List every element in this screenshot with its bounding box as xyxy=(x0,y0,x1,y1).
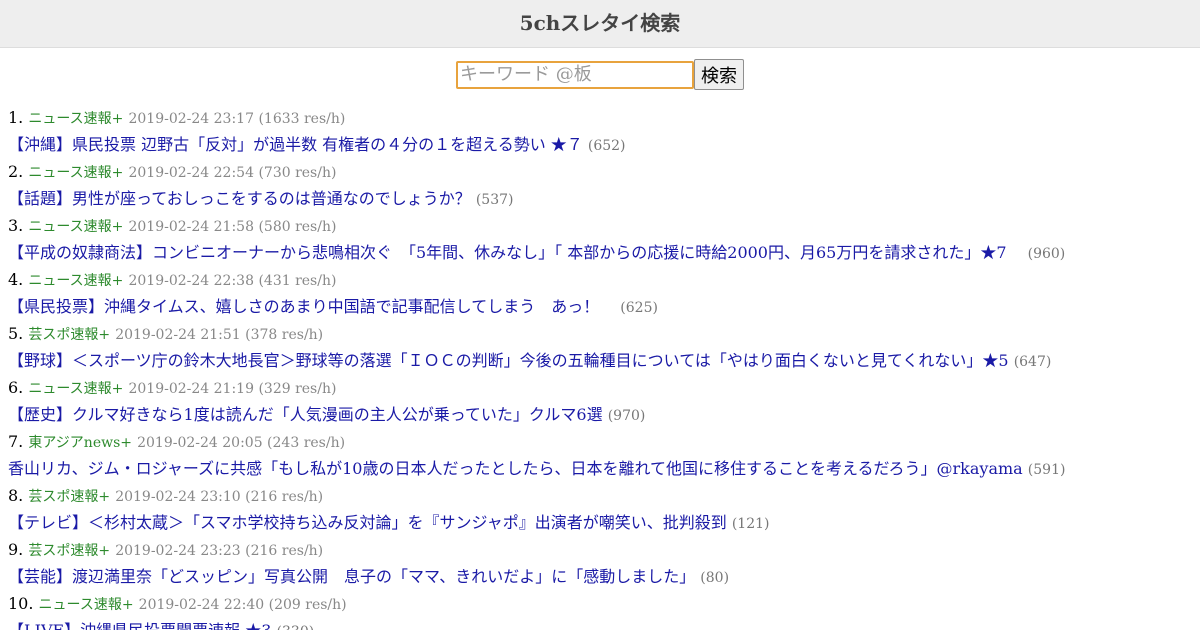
board-name[interactable]: ニュース速報+ xyxy=(28,273,123,289)
result-number: 7. xyxy=(8,432,24,451)
res-count: (591) xyxy=(1027,462,1066,478)
result-title-row: 【野球】＜スポーツ庁の鈴木大地長官＞野球等の落選「ＩＯＣの判断」今後の五輪種目に… xyxy=(8,347,1200,374)
result-title-row: 【芸能】渡辺満里奈「どスッピン」写真公開 息子の「ママ、きれいだよ」に「感動しま… xyxy=(8,563,1200,590)
thread-info: 2019-02-24 23:17 (1633 res/h) xyxy=(128,111,346,127)
result-meta: 9. 芸スポ速報+ 2019-02-24 23:23 (216 res/h) xyxy=(8,536,1200,563)
res-count: (960) xyxy=(1027,246,1066,262)
search-input[interactable] xyxy=(456,60,694,89)
result-list: 1. ニュース速報+ 2019-02-24 23:17 (1633 res/h)… xyxy=(0,104,1200,630)
board-name[interactable]: ニュース速報+ xyxy=(28,165,123,181)
result-title-row: 【県民投票】沖縄タイムス、嬉しさのあまり中国語で記事配信してしまう あっ！ (6… xyxy=(8,293,1200,320)
res-count: (625) xyxy=(620,300,658,316)
result-meta: 7. 東アジアnews+ 2019-02-24 20:05 (243 res/h… xyxy=(8,428,1200,455)
result-meta: 4. ニュース速報+ 2019-02-24 22:38 (431 res/h) xyxy=(8,266,1200,293)
thread-info: 2019-02-24 22:40 (209 res/h) xyxy=(138,597,347,613)
result-meta: 8. 芸スポ速報+ 2019-02-24 23:10 (216 res/h) xyxy=(8,482,1200,509)
result-number: 4. xyxy=(8,270,24,289)
board-name[interactable]: ニュース速報+ xyxy=(28,381,123,397)
site-header: 5chスレタイ検索 xyxy=(0,0,1200,48)
thread-title-link[interactable]: 【歴史】クルマ好きなら1度は読んだ「人気漫画の主人公が乗っていた」クルマ6選 xyxy=(8,405,603,424)
result-title-row: 【沖縄】県民投票 辺野古「反対」が過半数 有権者の４分の１を超える勢い ★７ (… xyxy=(8,131,1200,158)
result-number: 6. xyxy=(8,378,24,397)
result-number: 1. xyxy=(8,108,24,127)
res-count: (647) xyxy=(1013,354,1052,370)
result-title-row: 【テレビ】＜杉村太蔵＞「スマホ学校持ち込み反対論」を『サンジャポ』出演者が嘲笑い… xyxy=(8,509,1200,536)
result-number: 3. xyxy=(8,216,24,235)
thread-title-link[interactable]: 【県民投票】沖縄タイムス、嬉しさのあまり中国語で記事配信してしまう あっ！ xyxy=(8,297,615,316)
result-number: 9. xyxy=(8,540,24,559)
search-button[interactable]: 検索 xyxy=(694,59,744,90)
result-title-row: 【平成の奴隷商法】コンビニオーナーから悲鳴相次ぐ 「5年間、休みなし」「 本部か… xyxy=(8,239,1200,266)
thread-info: 2019-02-24 21:19 (329 res/h) xyxy=(128,381,337,397)
result-meta: 10. ニュース速報+ 2019-02-24 22:40 (209 res/h) xyxy=(8,590,1200,617)
result-number: 5. xyxy=(8,324,24,343)
board-name[interactable]: ニュース速報+ xyxy=(28,219,123,235)
thread-info: 2019-02-24 23:23 (216 res/h) xyxy=(115,543,324,559)
board-name[interactable]: 芸スポ速報+ xyxy=(28,489,110,505)
thread-info: 2019-02-24 22:54 (730 res/h) xyxy=(128,165,337,181)
res-count: (652) xyxy=(587,138,626,154)
thread-title-link[interactable]: 【平成の奴隷商法】コンビニオーナーから悲鳴相次ぐ 「5年間、休みなし」「 本部か… xyxy=(8,243,1023,262)
result-title-row: 【LIVE】沖縄県民投票開票速報 ★3 (330) xyxy=(8,617,1200,630)
board-name[interactable]: 芸スポ速報+ xyxy=(28,327,110,343)
result-meta: 6. ニュース速報+ 2019-02-24 21:19 (329 res/h) xyxy=(8,374,1200,401)
result-title-row: 【歴史】クルマ好きなら1度は読んだ「人気漫画の主人公が乗っていた」クルマ6選 (… xyxy=(8,401,1200,428)
result-title-row: 香山リカ、ジム・ロジャーズに共感「もし私が10歳の日本人だったとしたら、日本を離… xyxy=(8,455,1200,482)
thread-title-link[interactable]: 【芸能】渡辺満里奈「どスッピン」写真公開 息子の「ママ、きれいだよ」に「感動しま… xyxy=(8,567,695,586)
site-title[interactable]: 5chスレタイ検索 xyxy=(520,11,681,35)
search-form: 検索 xyxy=(0,59,1200,90)
thread-info: 2019-02-24 21:58 (580 res/h) xyxy=(128,219,337,235)
result-meta: 5. 芸スポ速報+ 2019-02-24 21:51 (378 res/h) xyxy=(8,320,1200,347)
result-meta: 1. ニュース速報+ 2019-02-24 23:17 (1633 res/h) xyxy=(8,104,1200,131)
res-count: (970) xyxy=(607,408,646,424)
result-number: 10. xyxy=(8,594,34,613)
thread-info: 2019-02-24 22:38 (431 res/h) xyxy=(128,273,337,289)
result-title-row: 【話題】男性が座っておしっこをするのは普通なのでしょうか？ (537) xyxy=(8,185,1200,212)
board-name[interactable]: 東アジアnews+ xyxy=(28,435,132,451)
thread-title-link[interactable]: 【話題】男性が座っておしっこをするのは普通なのでしょうか？ xyxy=(8,189,471,208)
board-name[interactable]: ニュース速報+ xyxy=(28,111,123,127)
thread-info: 2019-02-24 21:51 (378 res/h) xyxy=(115,327,324,343)
result-meta: 2. ニュース速報+ 2019-02-24 22:54 (730 res/h) xyxy=(8,158,1200,185)
thread-title-link[interactable]: 【沖縄】県民投票 辺野古「反対」が過半数 有権者の４分の１を超える勢い ★７ xyxy=(8,135,583,154)
thread-title-link[interactable]: 【LIVE】沖縄県民投票開票速報 ★3 xyxy=(8,621,271,630)
result-number: 8. xyxy=(8,486,24,505)
result-meta: 3. ニュース速報+ 2019-02-24 21:58 (580 res/h) xyxy=(8,212,1200,239)
res-count: (80) xyxy=(700,570,730,586)
res-count: (121) xyxy=(731,516,770,532)
res-count: (537) xyxy=(475,192,514,208)
thread-info: 2019-02-24 20:05 (243 res/h) xyxy=(137,435,346,451)
thread-title-link[interactable]: 【テレビ】＜杉村太蔵＞「スマホ学校持ち込み反対論」を『サンジャポ』出演者が嘲笑い… xyxy=(8,513,727,532)
board-name[interactable]: ニュース速報+ xyxy=(39,597,134,613)
result-number: 2. xyxy=(8,162,24,181)
res-count: (330) xyxy=(277,624,315,630)
thread-info: 2019-02-24 23:10 (216 res/h) xyxy=(115,489,324,505)
board-name[interactable]: 芸スポ速報+ xyxy=(28,543,110,559)
thread-title-link[interactable]: 香山リカ、ジム・ロジャーズに共感「もし私が10歳の日本人だったとしたら、日本を離… xyxy=(8,459,1023,478)
thread-title-link[interactable]: 【野球】＜スポーツ庁の鈴木大地長官＞野球等の落選「ＩＯＣの判断」今後の五輪種目に… xyxy=(8,351,1009,370)
